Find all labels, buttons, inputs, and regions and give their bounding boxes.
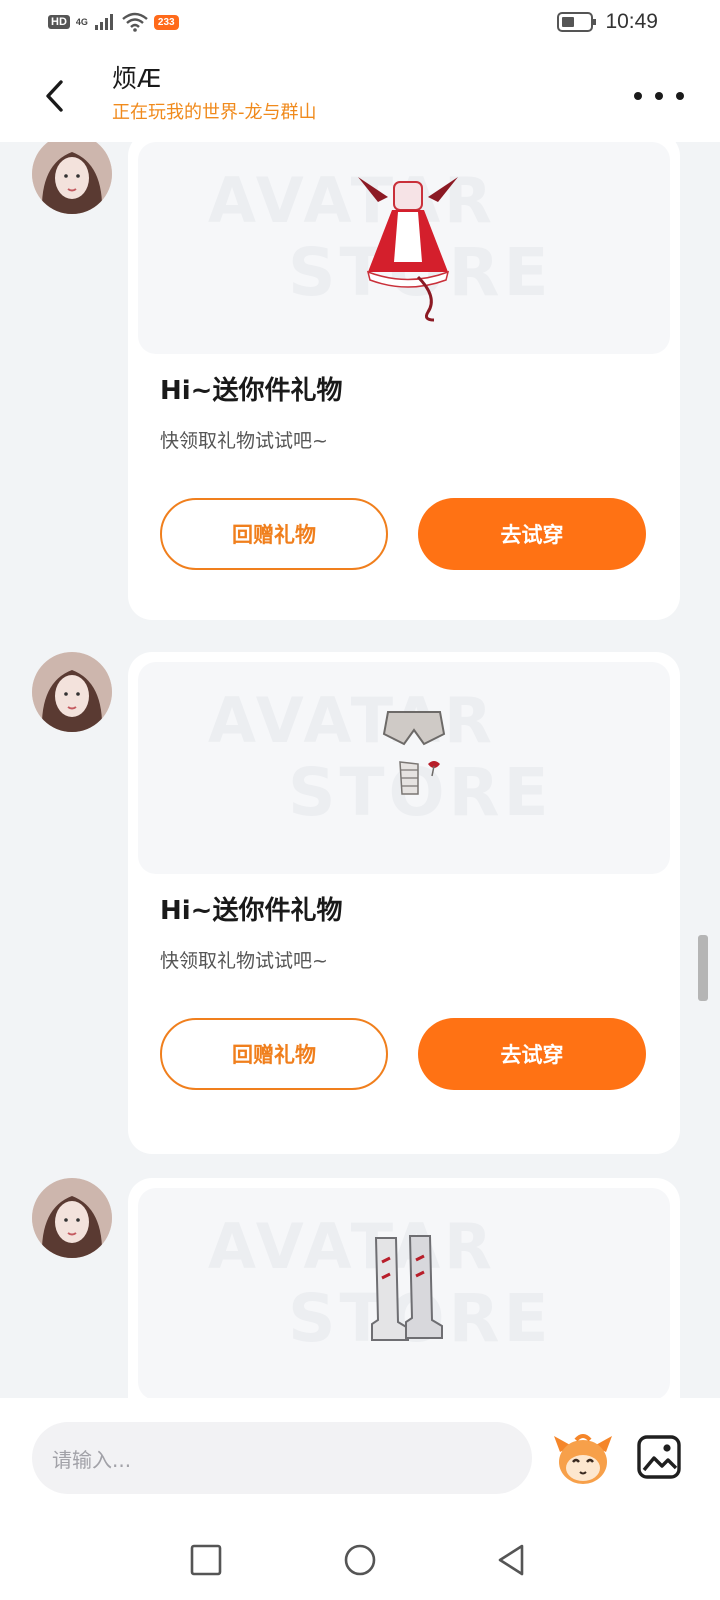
gift-title: Hi~送你件礼物 xyxy=(160,896,343,926)
return-gift-button[interactable]: 回赠礼物 xyxy=(160,1018,388,1090)
gift-preview[interactable]: AVATAR STORE xyxy=(138,662,670,874)
more-dot-icon xyxy=(676,92,684,100)
more-dot-icon xyxy=(634,92,642,100)
status-icons-left: HD 4G 233 xyxy=(48,12,179,32)
app-notification-badge: 233 xyxy=(153,14,179,30)
clock: 10:49 xyxy=(605,10,658,33)
gift-card: AVATAR STORE xyxy=(128,1178,680,1418)
gift-message: AVATAR STORE Hi~送你件礼物 快领取礼物试试吧~ 回赠礼物 去试穿 xyxy=(0,132,720,622)
chat-header: 烦Æ 正在玩我的世界-龙与群山 xyxy=(0,48,720,142)
return-gift-button[interactable]: 回赠礼物 xyxy=(160,498,388,570)
image-picker-button[interactable] xyxy=(636,1434,682,1480)
recent-apps-button[interactable] xyxy=(188,1542,224,1578)
battery-icon xyxy=(557,12,597,32)
shorts-garter-icon xyxy=(382,711,446,795)
message-input[interactable]: 请输入... xyxy=(32,1422,532,1494)
system-nav-bar xyxy=(0,1520,720,1600)
sender-avatar[interactable] xyxy=(32,134,112,214)
hd-badge: HD xyxy=(48,15,70,29)
wifi-icon xyxy=(122,12,148,32)
signal-icon xyxy=(94,14,113,30)
message-input-bar: 请输入... xyxy=(0,1398,720,1520)
status-icons-right: 10:49 xyxy=(557,10,658,34)
sender-avatar[interactable] xyxy=(32,652,112,732)
network-type: 4G xyxy=(75,17,88,27)
gift-message: AVATAR STORE Hi~送你件礼物 快领取礼物试试吧~ 回赠礼物 去试穿 xyxy=(0,652,720,1154)
triangle-back-icon xyxy=(498,1544,524,1576)
input-placeholder: 请输入... xyxy=(52,1447,132,1472)
more-dot-icon xyxy=(655,92,663,100)
gift-description: 快领取礼物试试吧~ xyxy=(160,430,328,452)
sender-avatar[interactable] xyxy=(32,1178,112,1258)
square-icon xyxy=(190,1544,222,1576)
emoji-button[interactable] xyxy=(552,1428,614,1488)
image-icon xyxy=(637,1435,681,1479)
try-on-button[interactable]: 去试穿 xyxy=(418,1018,646,1090)
chat-title-block: 烦Æ 正在玩我的世界-龙与群山 xyxy=(112,62,317,126)
gift-card: AVATAR STORE Hi~送你件礼物 快领取礼物试试吧~ 回赠礼物 去试穿 xyxy=(128,132,680,620)
gift-description: 快领取礼物试试吧~ xyxy=(160,950,328,972)
maid-dress-icon xyxy=(358,177,458,322)
gift-preview[interactable]: AVATAR STORE xyxy=(138,1188,670,1400)
scrollbar-thumb[interactable] xyxy=(698,935,708,1001)
back-button[interactable] xyxy=(36,74,72,118)
gift-title: Hi~送你件礼物 xyxy=(160,376,343,406)
avatar-photo xyxy=(32,1178,112,1258)
status-bar: HD 4G 233 10:49 xyxy=(0,0,720,48)
gift-preview[interactable]: AVATAR STORE xyxy=(138,142,670,354)
chat-title: 烦Æ xyxy=(112,64,162,93)
chat-status-subtitle: 正在玩我的世界-龙与群山 xyxy=(112,102,317,123)
boots-icon xyxy=(371,1235,443,1341)
home-button[interactable] xyxy=(342,1542,378,1578)
more-options-button[interactable] xyxy=(634,84,684,108)
chevron-left-icon xyxy=(46,80,63,112)
back-nav-button[interactable] xyxy=(494,1542,530,1578)
mascot-emoji-icon xyxy=(554,1434,612,1484)
avatar-photo xyxy=(32,134,112,214)
gift-card: AVATAR STORE Hi~送你件礼物 快领取礼物试试吧~ 回赠礼物 去试穿 xyxy=(128,652,680,1154)
avatar-photo xyxy=(32,652,112,732)
gift-message: AVATAR STORE xyxy=(0,1178,720,1418)
circle-icon xyxy=(344,1544,376,1576)
try-on-button[interactable]: 去试穿 xyxy=(418,498,646,570)
